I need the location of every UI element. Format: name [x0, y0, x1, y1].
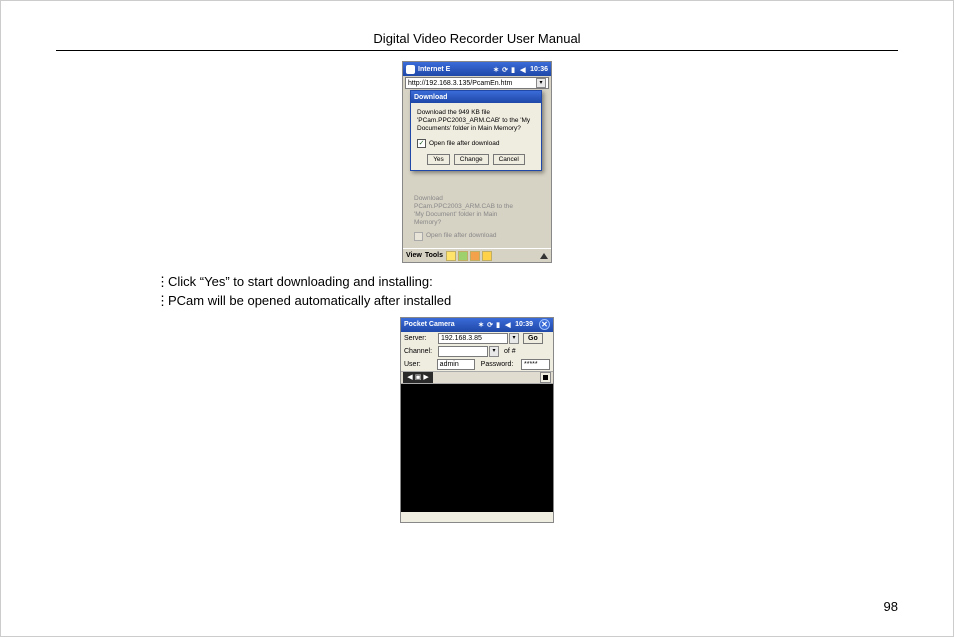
connectivity-icon: ✶ [493, 66, 500, 73]
address-bar[interactable]: http://192.168.3.135/PcamEn.htm ▾ [405, 77, 549, 89]
open-after-download-label: Open file after download [429, 140, 499, 148]
ghost-line1: PCam.PPC2003_ARM.CAB to the [414, 203, 538, 211]
sip-keyboard-icon[interactable] [540, 253, 548, 259]
address-url: http://192.168.3.135/PcamEn.htm [408, 80, 512, 87]
tools-menu[interactable]: Tools [425, 252, 443, 259]
control-strip: ◀ ▣ ▶ [401, 371, 553, 384]
figure-2: Pocket Camera ✶ ⟳ ▮ ◀ 10:39 ✕ Server: 19… [56, 317, 898, 523]
server-value: 192.168.3.85 [441, 335, 482, 342]
tool-icon-2[interactable] [458, 251, 468, 261]
page-header: Digital Video Recorder User Manual [56, 31, 898, 51]
pocket-camera-screenshot: Pocket Camera ✶ ⟳ ▮ ◀ 10:39 ✕ Server: 19… [400, 317, 554, 523]
record-button[interactable] [540, 372, 551, 383]
ghost-line0: Download [414, 195, 538, 203]
user-input[interactable]: admin [437, 359, 475, 370]
ie-screenshot: Internet E ✶ ⟳ ▮ ◀ 10:36 http://192.168.… [402, 61, 552, 263]
ie-app-name: Internet E [418, 66, 450, 73]
channel-of-label: of # [504, 348, 516, 355]
record-icon [543, 375, 548, 380]
view-menu[interactable]: View [406, 252, 422, 259]
instruction-line-2: PCam will be opened automatically after … [168, 292, 451, 311]
instruction-line-1: Click “Yes” to start downloading and ins… [168, 273, 433, 292]
channel-input[interactable] [438, 346, 488, 357]
tool-icon-1[interactable] [446, 251, 456, 261]
password-label: Password: [481, 361, 519, 368]
page-number: 98 [884, 599, 898, 614]
open-after-download-checkbox[interactable]: ✓ [417, 139, 426, 148]
status-icons: ✶ ⟳ ▮ ◀ [493, 66, 527, 73]
arrow-right-icon[interactable]: ▶ [423, 374, 428, 381]
server-dropdown-icon[interactable]: ▾ [509, 333, 519, 344]
connectivity-icon: ✶ [478, 321, 485, 328]
sync-icon: ⟳ [487, 321, 494, 328]
clock: 10:39 [515, 321, 533, 328]
background-dialog-ghost: Download PCam.PPC2003_ARM.CAB to the 'My… [410, 192, 542, 244]
download-dialog: Download Download the 949 KB file 'PCam.… [410, 90, 542, 171]
arrow-left-icon[interactable]: ◀ [407, 374, 412, 381]
ie-titlebar: Internet E ✶ ⟳ ▮ ◀ 10:36 [403, 62, 551, 76]
dialog-msg-line2: 'PCam.PPC2003_ARM.CAB' to the 'My [417, 117, 535, 125]
pc-titlebar: Pocket Camera ✶ ⟳ ▮ ◀ 10:39 ✕ [401, 318, 553, 332]
figure-1: Internet E ✶ ⟳ ▮ ◀ 10:36 http://192.168.… [56, 61, 898, 263]
pc-app-name: Pocket Camera [404, 321, 455, 328]
dialog-body: Download the 949 KB file 'PCam.PPC2003_A… [411, 103, 541, 170]
password-value: ***** [524, 361, 538, 368]
server-input[interactable]: 192.168.3.85 [438, 333, 508, 344]
signal-icon: ▮ [496, 321, 503, 328]
ghost-line2: 'My Document' folder in Main [414, 211, 538, 219]
go-button[interactable]: Go [523, 333, 543, 344]
header-title: Digital Video Recorder User Manual [373, 31, 580, 46]
instruction-text: ⋮Click “Yes” to start downloading and in… [156, 273, 898, 311]
channel-label: Channel: [404, 348, 436, 355]
ghost-line3: Memory? [414, 219, 538, 227]
windows-flag-icon [406, 65, 415, 74]
ptz-nav-pad[interactable]: ◀ ▣ ▶ [403, 372, 433, 383]
dialog-msg-line3: Documents' folder in Main Memory? [417, 125, 535, 133]
password-input[interactable]: ***** [521, 359, 550, 370]
yes-button[interactable]: Yes [427, 154, 450, 165]
speaker-icon: ◀ [505, 321, 512, 328]
dialog-msg-line1: Download the 949 KB file [417, 109, 535, 117]
change-button[interactable]: Change [454, 154, 489, 165]
home-icon[interactable] [470, 251, 480, 261]
toolbar-icons [446, 251, 492, 261]
server-label: Server: [404, 335, 436, 342]
dialog-title: Download [411, 91, 541, 103]
bullet-icon: ⋮ [156, 292, 164, 311]
signal-icon: ▮ [511, 66, 518, 73]
ie-bottom-bar: View Tools [403, 248, 551, 262]
status-icons: ✶ ⟳ ▮ ◀ [478, 321, 512, 328]
clock: 10:36 [530, 66, 548, 73]
pad-center-icon[interactable]: ▣ [415, 374, 422, 381]
ghost-checkbox-label: Open file after download [426, 232, 496, 240]
ghost-checkbox [414, 232, 423, 241]
user-value: admin [440, 361, 459, 368]
channel-dropdown-icon[interactable]: ▾ [489, 346, 499, 357]
user-label: User: [404, 361, 435, 368]
address-dropdown-icon[interactable]: ▾ [536, 78, 546, 88]
video-preview [401, 384, 553, 512]
speaker-icon: ◀ [520, 66, 527, 73]
sync-icon: ⟳ [502, 66, 509, 73]
close-icon[interactable]: ✕ [539, 319, 550, 330]
cancel-button[interactable]: Cancel [493, 154, 525, 165]
favorites-icon[interactable] [482, 251, 492, 261]
bullet-icon: ⋮ [156, 273, 164, 292]
